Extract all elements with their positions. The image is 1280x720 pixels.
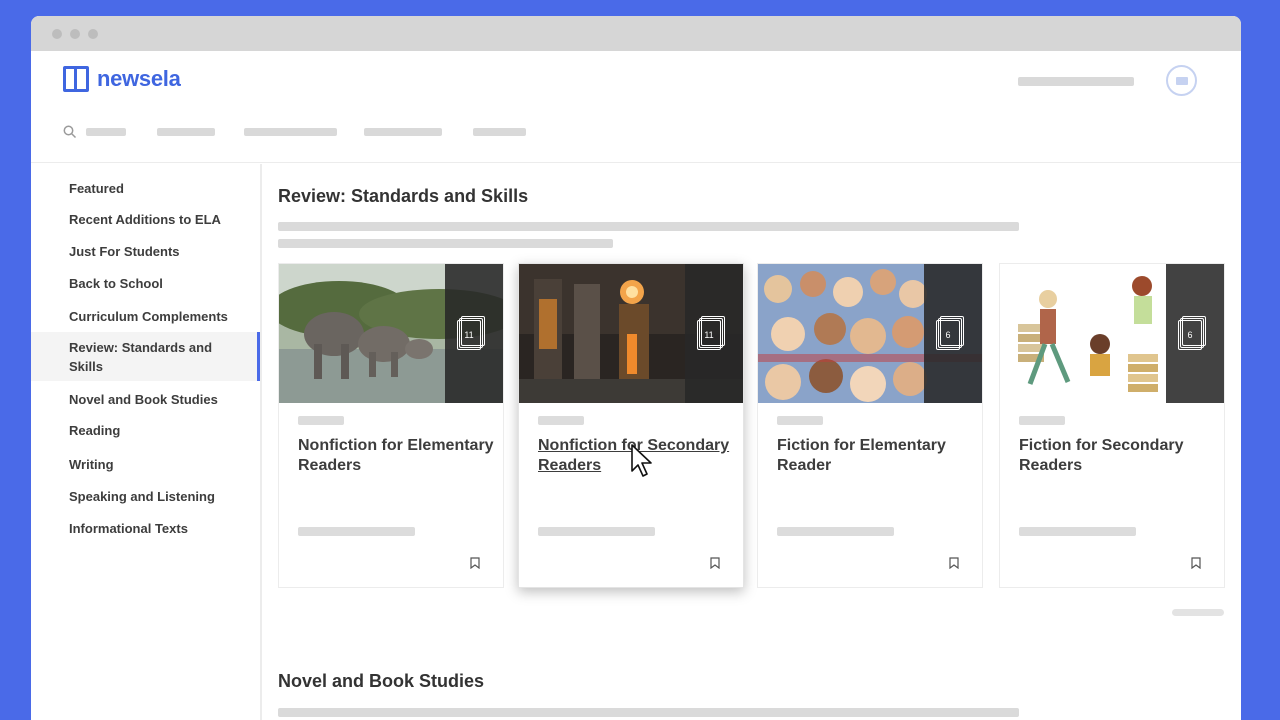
bookmark-icon[interactable]	[470, 557, 480, 569]
window-close-dot[interactable]	[52, 29, 62, 39]
nav-item-placeholder-1[interactable]	[86, 128, 126, 136]
nav-item-placeholder-5[interactable]	[473, 128, 526, 136]
card-meta-placeholder	[538, 527, 655, 536]
card-thumbnail: 11	[519, 264, 743, 403]
sidebar-item-reading[interactable]: Reading	[31, 421, 260, 440]
next-section-description-placeholder	[278, 708, 1019, 717]
sidebar-item-recent-additions[interactable]: Recent Additions to ELA	[31, 210, 260, 229]
card-meta-placeholder	[777, 527, 894, 536]
collection-stack-icon: 6	[936, 316, 964, 350]
card-tag-placeholder	[298, 416, 344, 425]
card-tag-placeholder	[777, 416, 823, 425]
card-thumbnail: 6	[758, 264, 982, 403]
next-section-title: Novel and Book Studies	[278, 671, 484, 692]
item-count: 6	[936, 320, 960, 350]
card-title[interactable]: Fiction for Secondary Readers	[1019, 436, 1219, 476]
account-placeholder	[1018, 77, 1134, 86]
browser-window: newsela Featured Recent Additions to ELA…	[31, 16, 1241, 720]
newsela-logo-icon	[63, 66, 89, 92]
description-placeholder-1	[278, 222, 1019, 231]
bookmark-icon[interactable]	[949, 557, 959, 569]
sidebar-item-featured[interactable]: Featured	[31, 179, 260, 198]
description-placeholder-2	[278, 239, 613, 248]
mouse-pointer-icon	[630, 443, 656, 479]
card-title[interactable]: Nonfiction for Elementary Readers	[298, 436, 498, 476]
collection-card[interactable]: 6 Fiction for Secondary Readers	[999, 263, 1225, 588]
nav-item-placeholder-2[interactable]	[157, 128, 215, 136]
item-count-panel: 11	[445, 264, 503, 403]
bookmark-icon[interactable]	[710, 557, 720, 569]
card-thumbnail: 6	[1000, 264, 1224, 403]
sidebar-item-speaking-listening[interactable]: Speaking and Listening	[31, 487, 260, 506]
newsela-logo[interactable]: newsela	[63, 66, 181, 92]
nav-item-placeholder-4[interactable]	[364, 128, 442, 136]
sidebar-item-back-to-school[interactable]: Back to School	[31, 274, 260, 293]
sidebar-item-curriculum-complements[interactable]: Curriculum Complements	[31, 307, 260, 326]
card-tag-placeholder	[1019, 416, 1065, 425]
collection-stack-icon: 11	[697, 316, 725, 350]
item-count: 11	[697, 320, 721, 350]
collection-card[interactable]: 11 Nonfiction for Elementary Readers	[278, 263, 504, 588]
sidebar-item-informational-texts[interactable]: Informational Texts	[31, 519, 260, 538]
collection-card[interactable]: 11 Nonfiction for Secondary Readers	[518, 263, 744, 588]
sidebar-item-writing[interactable]: Writing	[31, 455, 260, 474]
item-count-panel: 6	[924, 264, 982, 403]
logo-text: newsela	[97, 66, 181, 92]
item-count-panel: 6	[1166, 264, 1224, 403]
item-count: 6	[1178, 320, 1202, 350]
bookmark-icon[interactable]	[1191, 557, 1201, 569]
sidebar-item-review-standards[interactable]: Review: Standards and Skills	[31, 332, 260, 381]
card-thumbnail: 11	[279, 264, 503, 403]
section-title: Review: Standards and Skills	[278, 186, 528, 207]
collection-card[interactable]: 6 Fiction for Elementary Reader	[757, 263, 983, 588]
window-minimize-dot[interactable]	[70, 29, 80, 39]
card-tag-placeholder	[538, 416, 584, 425]
sidebar-item-just-for-students[interactable]: Just For Students	[31, 242, 260, 261]
window-titlebar	[31, 16, 1241, 51]
window-maximize-dot[interactable]	[88, 29, 98, 39]
collection-stack-icon: 11	[457, 316, 485, 350]
search-icon[interactable]	[63, 125, 77, 139]
item-count-panel: 11	[685, 264, 743, 403]
card-title[interactable]: Fiction for Elementary Reader	[777, 436, 977, 476]
sidebar: Featured Recent Additions to ELA Just Fo…	[31, 164, 262, 720]
item-count: 11	[457, 320, 481, 350]
card-meta-placeholder	[298, 527, 415, 536]
sidebar-item-novel-book-studies[interactable]: Novel and Book Studies	[31, 390, 260, 409]
site-header: newsela	[31, 51, 1241, 163]
carousel-scroll-indicator[interactable]	[1172, 609, 1224, 616]
card-meta-placeholder	[1019, 527, 1136, 536]
avatar[interactable]	[1166, 65, 1197, 96]
nav-item-placeholder-3[interactable]	[244, 128, 337, 136]
collection-stack-icon: 6	[1178, 316, 1206, 350]
